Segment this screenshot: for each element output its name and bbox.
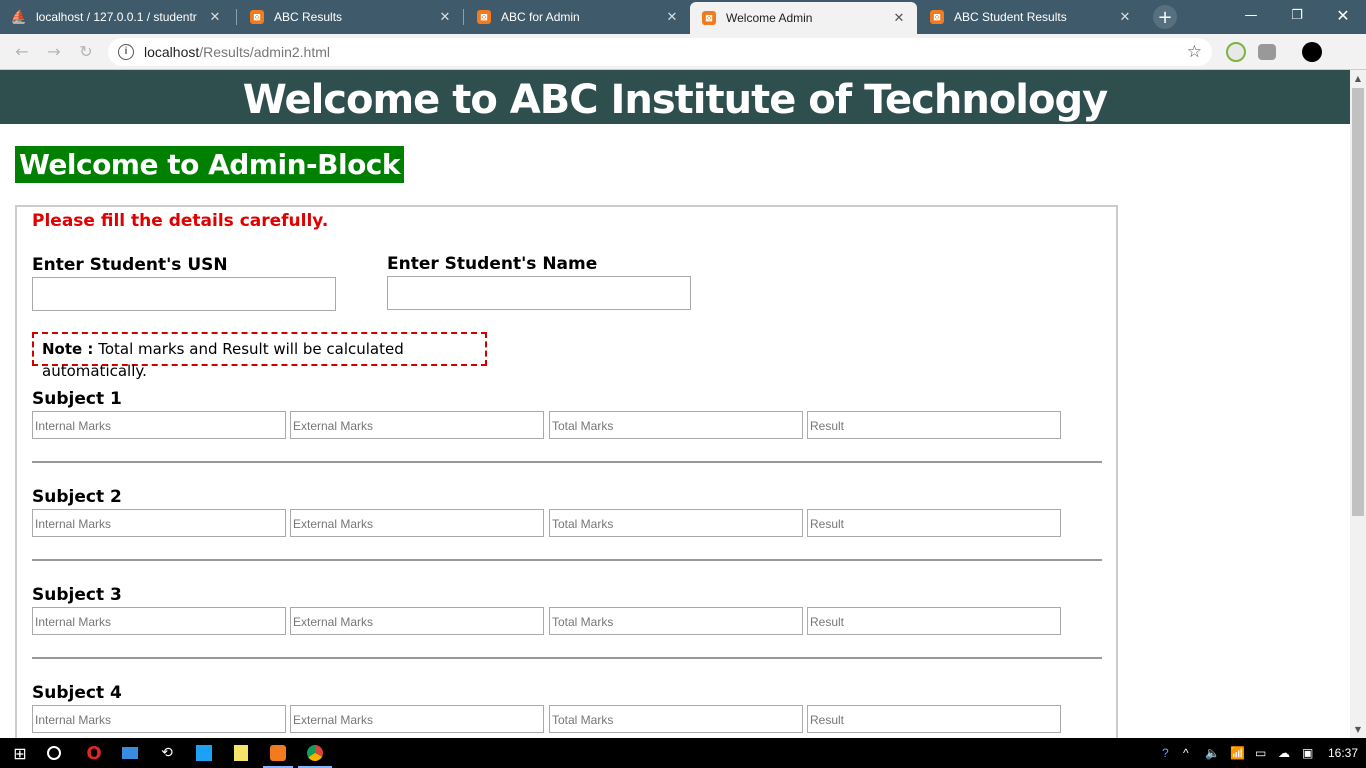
tab-phpmyadmin[interactable]: ⛵ localhost / 127.0.0.1 / studentr ✕ xyxy=(0,0,233,34)
address-bar[interactable]: i localhost/Results/admin2.html ☆ xyxy=(108,38,1212,66)
onedrive-icon[interactable]: ☁ xyxy=(1278,746,1290,760)
result-input[interactable]: Result xyxy=(807,607,1061,635)
total-marks-input[interactable]: Total Marks xyxy=(549,411,803,439)
url-path: /Results/admin2.html xyxy=(199,44,330,60)
name-label: Enter Student's Name xyxy=(387,254,598,274)
usn-input[interactable] xyxy=(32,277,336,311)
notification-icon[interactable]: ▣ xyxy=(1302,746,1313,760)
reload-icon[interactable]: ↻ xyxy=(76,42,96,62)
note-label: Note : xyxy=(42,340,94,358)
tab-title: ABC Student Results xyxy=(954,10,1067,24)
close-window-button[interactable]: ✕ xyxy=(1320,0,1366,30)
close-icon[interactable]: ✕ xyxy=(1115,9,1135,25)
scrollbar-thumb[interactable] xyxy=(1352,88,1364,516)
tab-abc-for-admin[interactable]: ⊠ ABC for Admin ✕ xyxy=(465,0,690,34)
tab-abc-student-results[interactable]: ⊠ ABC Student Results ✕ xyxy=(918,0,1143,34)
xampp-icon: ⊠ xyxy=(702,11,716,25)
tab-abc-results[interactable]: ⊠ ABC Results ✕ xyxy=(238,0,463,34)
volume-icon[interactable]: 🔈 xyxy=(1205,746,1220,760)
tab-separator xyxy=(236,9,237,25)
total-marks-input[interactable]: Total Marks xyxy=(549,705,803,733)
xampp-icon: ⊠ xyxy=(930,10,944,24)
windows-start-icon[interactable]: ⊞ xyxy=(8,741,32,765)
internal-marks-input[interactable]: Internal Marks xyxy=(32,705,286,733)
xampp-icon[interactable] xyxy=(266,741,290,765)
tab-separator xyxy=(463,9,464,25)
vertical-scrollbar[interactable]: ▲ ▼ xyxy=(1350,70,1366,738)
twitter-icon[interactable] xyxy=(192,741,216,765)
close-icon[interactable]: ✕ xyxy=(435,9,455,25)
internal-marks-input[interactable]: Internal Marks xyxy=(32,509,286,537)
close-icon[interactable]: ✕ xyxy=(889,10,909,26)
tab-welcome-admin[interactable]: ⊠ Welcome Admin ✕ xyxy=(690,2,917,34)
network-icon[interactable]: 📶 xyxy=(1230,746,1245,760)
site-banner: Welcome to ABC Institute of Technology xyxy=(0,70,1350,124)
taskbar: ⊞ O ⟲ ? ^ 🔈 📶 ▭ ☁ ▣ 16:37 xyxy=(0,738,1366,768)
page-viewport: Welcome to ABC Institute of Technology W… xyxy=(0,70,1350,738)
tab-title: Welcome Admin xyxy=(726,11,813,25)
this-pc-icon[interactable] xyxy=(118,741,142,765)
divider xyxy=(32,461,1102,463)
chevron-up-icon[interactable]: ^ xyxy=(1183,746,1189,760)
app-icon[interactable]: ⟲ xyxy=(155,741,179,765)
name-input[interactable] xyxy=(387,276,691,310)
xampp-icon: ⊠ xyxy=(477,10,491,24)
browser-toolbar: ← → ↻ i localhost/Results/admin2.html ☆ xyxy=(0,34,1366,70)
info-icon[interactable]: i xyxy=(118,44,134,60)
opera-icon[interactable]: O xyxy=(82,741,106,765)
xampp-icon: ⊠ xyxy=(250,10,264,24)
internal-marks-input[interactable]: Internal Marks xyxy=(32,607,286,635)
close-icon[interactable]: ✕ xyxy=(662,9,682,25)
minimize-button[interactable]: — xyxy=(1228,0,1274,30)
external-marks-input[interactable]: External Marks xyxy=(290,607,544,635)
subject-label: Subject 1 xyxy=(32,389,122,409)
result-input[interactable]: Result xyxy=(807,509,1061,537)
sticky-notes-icon[interactable] xyxy=(229,741,253,765)
phpmyadmin-icon: ⛵ xyxy=(10,9,28,24)
scroll-down-icon[interactable]: ▼ xyxy=(1350,725,1366,734)
help-icon[interactable]: ? xyxy=(1162,746,1169,760)
profile-avatar[interactable] xyxy=(1302,42,1322,62)
usn-label: Enter Student's USN xyxy=(32,255,228,275)
battery-icon[interactable]: ▭ xyxy=(1255,746,1266,760)
divider xyxy=(32,657,1102,659)
tab-title: localhost / 127.0.0.1 / studentr xyxy=(36,10,197,24)
forward-icon[interactable]: → xyxy=(44,42,64,62)
note-box: Note : Total marks and Result will be ca… xyxy=(32,332,487,380)
bookmark-star-icon[interactable]: ☆ xyxy=(1187,42,1202,62)
result-input[interactable]: Result xyxy=(807,705,1061,733)
tab-title: ABC Results xyxy=(274,10,343,24)
tab-title: ABC for Admin xyxy=(501,10,580,24)
scroll-up-icon[interactable]: ▲ xyxy=(1350,74,1366,83)
url-host: localhost xyxy=(144,44,200,60)
subject-label: Subject 4 xyxy=(32,683,122,703)
tab-strip: ⛵ localhost / 127.0.0.1 / studentr ✕ ⊠ A… xyxy=(0,0,1366,34)
subject-label: Subject 2 xyxy=(32,487,122,507)
external-marks-input[interactable]: External Marks xyxy=(290,411,544,439)
admin-block-title: Welcome to Admin-Block xyxy=(15,146,405,183)
close-icon[interactable]: ✕ xyxy=(205,9,225,25)
back-icon[interactable]: ← xyxy=(12,42,32,62)
clock[interactable]: 16:37 xyxy=(1328,746,1358,760)
total-marks-input[interactable]: Total Marks xyxy=(549,509,803,537)
subject-label: Subject 3 xyxy=(32,585,122,605)
result-input[interactable]: Result xyxy=(807,411,1061,439)
external-marks-input[interactable]: External Marks xyxy=(290,509,544,537)
internal-marks-input[interactable]: Internal Marks xyxy=(32,411,286,439)
details-form: Please fill the details carefully. Enter… xyxy=(15,205,1118,738)
external-marks-input[interactable]: External Marks xyxy=(290,705,544,733)
chrome-icon[interactable] xyxy=(303,741,327,765)
warning-text: Please fill the details carefully. xyxy=(32,211,329,231)
restore-button[interactable]: ❐ xyxy=(1274,0,1320,30)
total-marks-input[interactable]: Total Marks xyxy=(549,607,803,635)
cortana-search-icon[interactable] xyxy=(42,741,66,765)
new-tab-button[interactable]: + xyxy=(1153,5,1177,29)
extension-icon[interactable] xyxy=(1226,42,1246,62)
camera-extension-icon[interactable] xyxy=(1258,44,1276,60)
note-text: Total marks and Result will be calculate… xyxy=(42,340,404,380)
divider xyxy=(32,559,1102,561)
